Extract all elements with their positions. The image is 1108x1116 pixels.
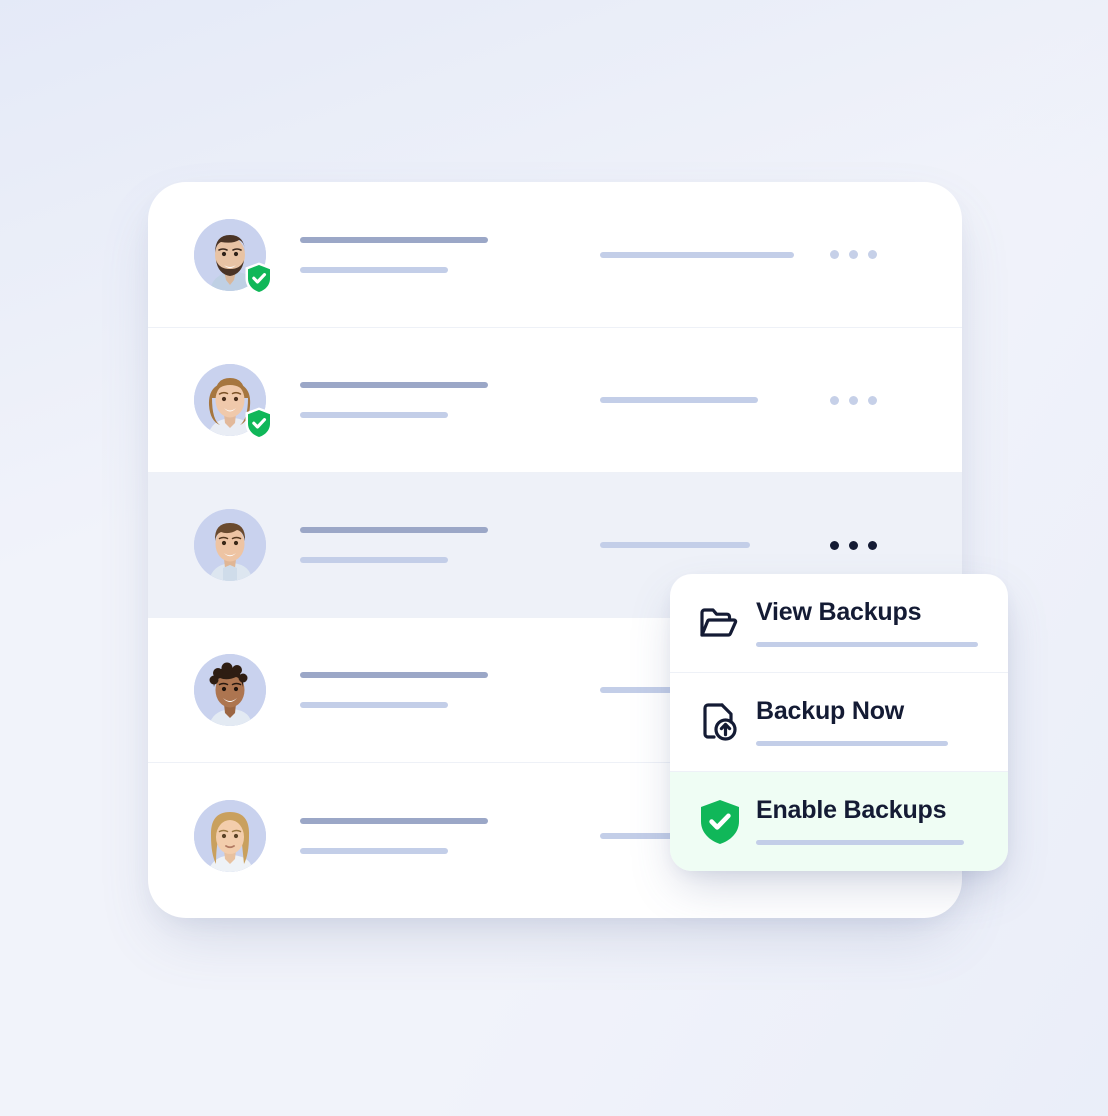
- dot: [849, 395, 858, 405]
- primary-skeleton-group: [300, 382, 568, 418]
- dot: [830, 250, 839, 259]
- more-options-icon[interactable]: [830, 395, 877, 405]
- page-root: View Backups Backup Now Enable Backups: [0, 0, 1108, 1116]
- menu-item-backup-now[interactable]: Backup Now: [670, 673, 1008, 772]
- menu-item-label: Backup Now: [756, 696, 905, 725]
- skeleton-bar-secondary: [300, 557, 448, 563]
- dot: [868, 250, 877, 259]
- primary-skeleton-group: [300, 672, 568, 708]
- dot: [830, 395, 839, 405]
- primary-skeleton-group: [300, 527, 568, 563]
- backup-context-menu: View Backups Backup Now Enable Backups: [670, 574, 1008, 871]
- skeleton-bar-meta: [600, 397, 758, 403]
- row-actions[interactable]: [830, 250, 962, 259]
- menu-item-body: View Backups: [756, 597, 980, 647]
- menu-item-underline: [756, 840, 964, 845]
- dot: [849, 250, 858, 259]
- list-item-content: [266, 182, 962, 327]
- file-upload-icon: [698, 701, 744, 743]
- primary-skeleton-group: [300, 236, 568, 273]
- avatar-curly-hair-man: [194, 654, 266, 726]
- skeleton-bar-meta: [600, 251, 794, 258]
- avatar: [194, 218, 273, 294]
- shield-check-icon: [698, 798, 744, 846]
- skeleton-bar-primary: [300, 236, 488, 243]
- list-item[interactable]: [148, 182, 962, 328]
- skeleton-bar-meta: [600, 542, 750, 548]
- menu-item-enable-backups[interactable]: Enable Backups: [670, 772, 1008, 871]
- primary-skeleton-group: [300, 817, 568, 854]
- skeleton-bar-primary: [300, 527, 488, 533]
- skeleton-bar-secondary: [300, 266, 448, 273]
- skeleton-bar-primary: [300, 817, 488, 824]
- menu-item-view-backups[interactable]: View Backups: [670, 574, 1008, 673]
- dot: [868, 540, 877, 550]
- list-item-content: [266, 328, 962, 472]
- dot: [830, 540, 839, 550]
- skeleton-bar-primary: [300, 382, 488, 388]
- avatar: [194, 364, 273, 440]
- dot: [868, 395, 877, 405]
- dot: [849, 540, 858, 550]
- row-actions[interactable]: [830, 540, 962, 550]
- folder-open-icon: [698, 602, 744, 644]
- skeleton-bar-secondary: [300, 412, 448, 418]
- menu-item-underline: [756, 641, 978, 647]
- meta-skeleton-group: [600, 251, 830, 258]
- avatar-blonde-woman: [194, 799, 266, 872]
- meta-skeleton-group: [600, 397, 830, 403]
- menu-item-label: View Backups: [756, 597, 922, 626]
- list-item[interactable]: [148, 328, 962, 473]
- avatar: [194, 654, 266, 726]
- avatar: [194, 509, 266, 581]
- avatar: [194, 799, 266, 872]
- menu-item-body: Enable Backups: [756, 798, 980, 845]
- row-actions[interactable]: [830, 395, 962, 405]
- verified-shield-icon: [244, 407, 274, 440]
- menu-item-label: Enable Backups: [756, 796, 947, 824]
- menu-item-body: Backup Now: [756, 696, 980, 746]
- skeleton-bar-secondary: [300, 702, 448, 708]
- more-options-icon[interactable]: [830, 250, 877, 259]
- menu-item-underline: [756, 740, 948, 746]
- skeleton-bar-secondary: [300, 847, 448, 854]
- verified-shield-icon: [244, 262, 274, 295]
- meta-skeleton-group: [600, 542, 830, 548]
- more-options-icon[interactable]: [830, 540, 877, 550]
- avatar-young-man: [194, 509, 266, 581]
- skeleton-bar-primary: [300, 672, 488, 678]
